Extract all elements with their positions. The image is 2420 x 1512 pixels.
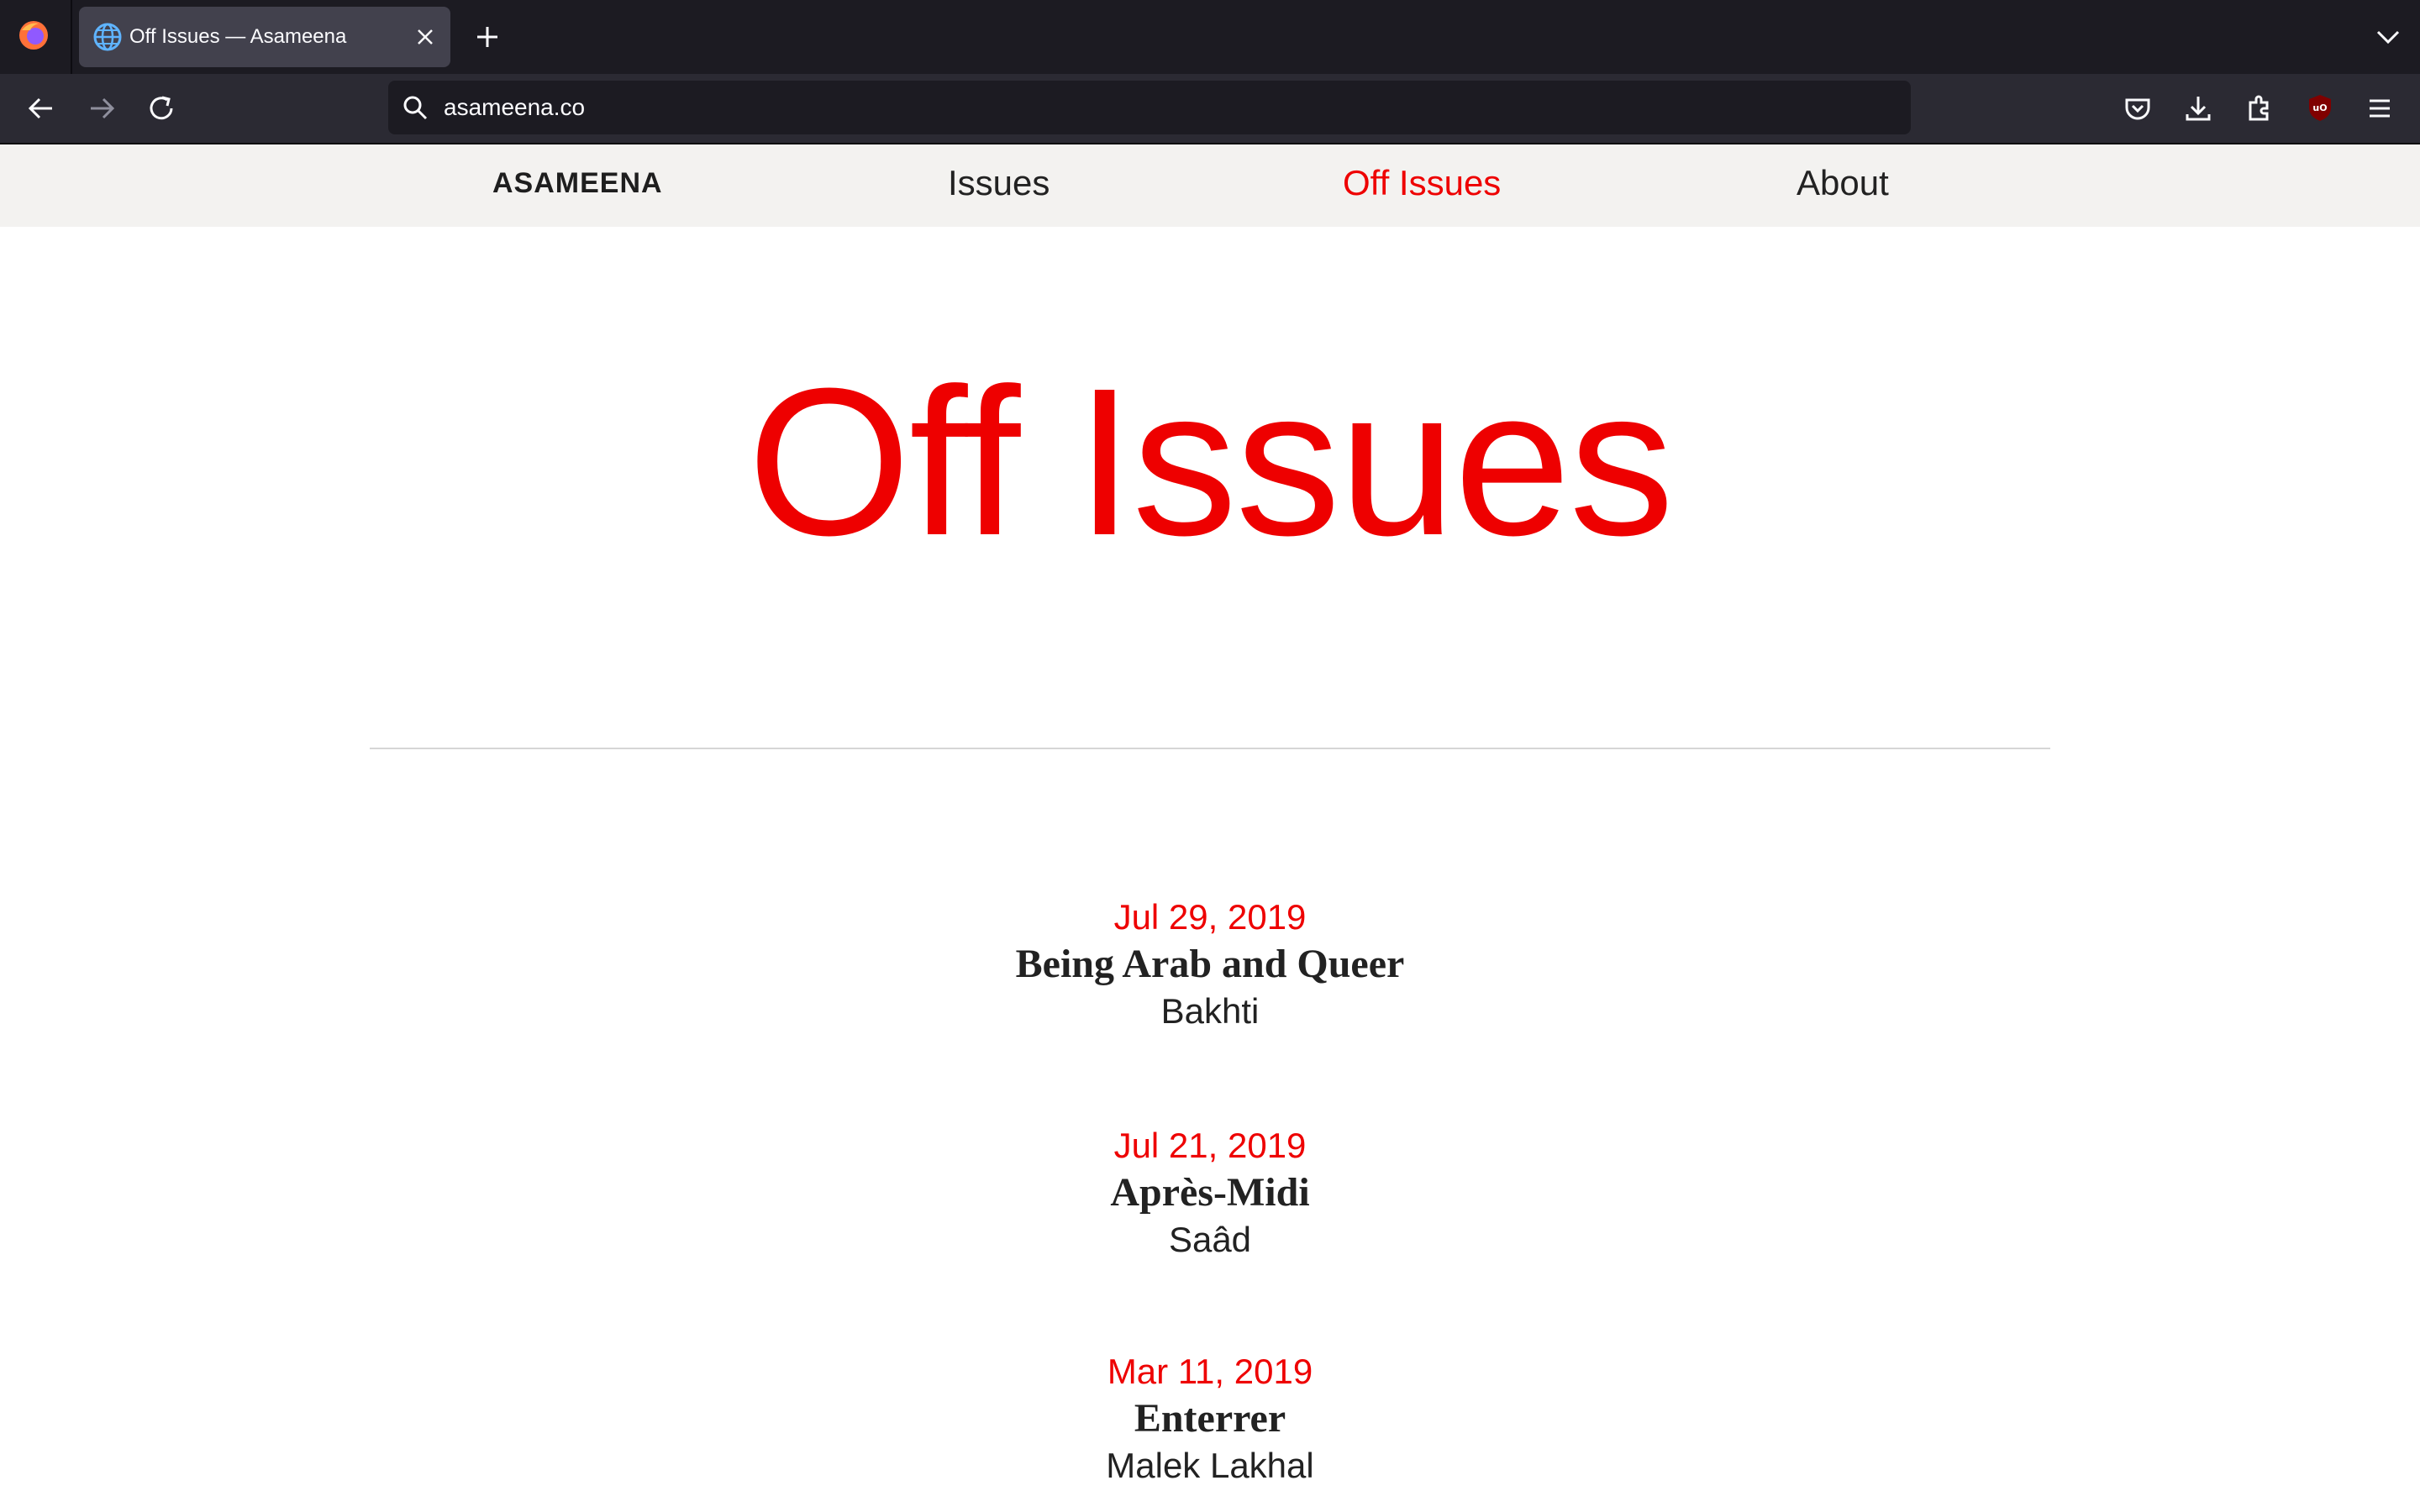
back-icon[interactable] <box>24 91 59 126</box>
post-date: Mar 11, 2019 <box>1107 1352 1313 1391</box>
post-title-link[interactable]: Being Arab and Queer <box>0 941 2420 988</box>
download-icon[interactable] <box>2181 91 2216 126</box>
post-title-link[interactable]: Enterrer <box>0 1395 2420 1442</box>
tab-strip-separator <box>71 0 72 74</box>
plus-icon[interactable] <box>471 20 504 54</box>
nav-link-issues[interactable]: Issues <box>948 144 1050 227</box>
nav-link-off-issues[interactable]: Off Issues <box>1343 144 1501 227</box>
brand-logo-link[interactable]: ASAMEENA <box>492 144 663 227</box>
post-author: Saâd <box>1168 1220 1252 1259</box>
active-tab[interactable]: Off Issues — Asameena <box>79 7 450 67</box>
post-title-link[interactable]: Après-Midi <box>0 1169 2420 1216</box>
tab-title: Off Issues — Asameena <box>129 25 347 48</box>
post-item[interactable]: Jul 21, 2019 Après-Midi Saâd <box>0 1122 2420 1263</box>
ublock-icon[interactable]: uO <box>2305 92 2335 123</box>
globe-icon <box>93 23 122 51</box>
post-author: Bakhti <box>1160 991 1260 1031</box>
section-divider <box>370 748 2050 749</box>
close-icon[interactable] <box>413 25 437 49</box>
pocket-icon[interactable] <box>2120 91 2155 126</box>
search-icon <box>403 96 428 120</box>
reload-icon[interactable] <box>144 91 179 126</box>
url-bar[interactable]: asameena.co <box>388 81 1911 134</box>
url-text: asameena.co <box>444 94 586 120</box>
browser-toolbar: asameena.co uO <box>0 74 2420 144</box>
nav-link-about[interactable]: About <box>1797 144 1889 227</box>
post-item[interactable]: Mar 11, 2019 Enterrer Malek Lakhal <box>0 1348 2420 1489</box>
post-date: Jul 21, 2019 <box>1113 1126 1307 1165</box>
post-date: Jul 29, 2019 <box>1113 897 1307 937</box>
svg-text:uO: uO <box>2312 102 2327 113</box>
chevron-down-icon[interactable] <box>2373 22 2403 52</box>
post-item[interactable]: Jul 29, 2019 Being Arab and Queer Bakhti <box>0 894 2420 1035</box>
forward-icon[interactable] <box>84 91 119 126</box>
browser-tab-strip: Off Issues — Asameena <box>0 0 2420 74</box>
post-author: Malek Lakhal <box>1106 1446 1314 1485</box>
page-title: Off Issues <box>747 344 1675 579</box>
site-navigation: ASAMEENA Issues Off Issues About <box>0 144 2420 227</box>
firefox-icon[interactable] <box>17 18 50 52</box>
menu-icon[interactable] <box>2362 91 2397 126</box>
extensions-icon[interactable] <box>2242 91 2277 126</box>
